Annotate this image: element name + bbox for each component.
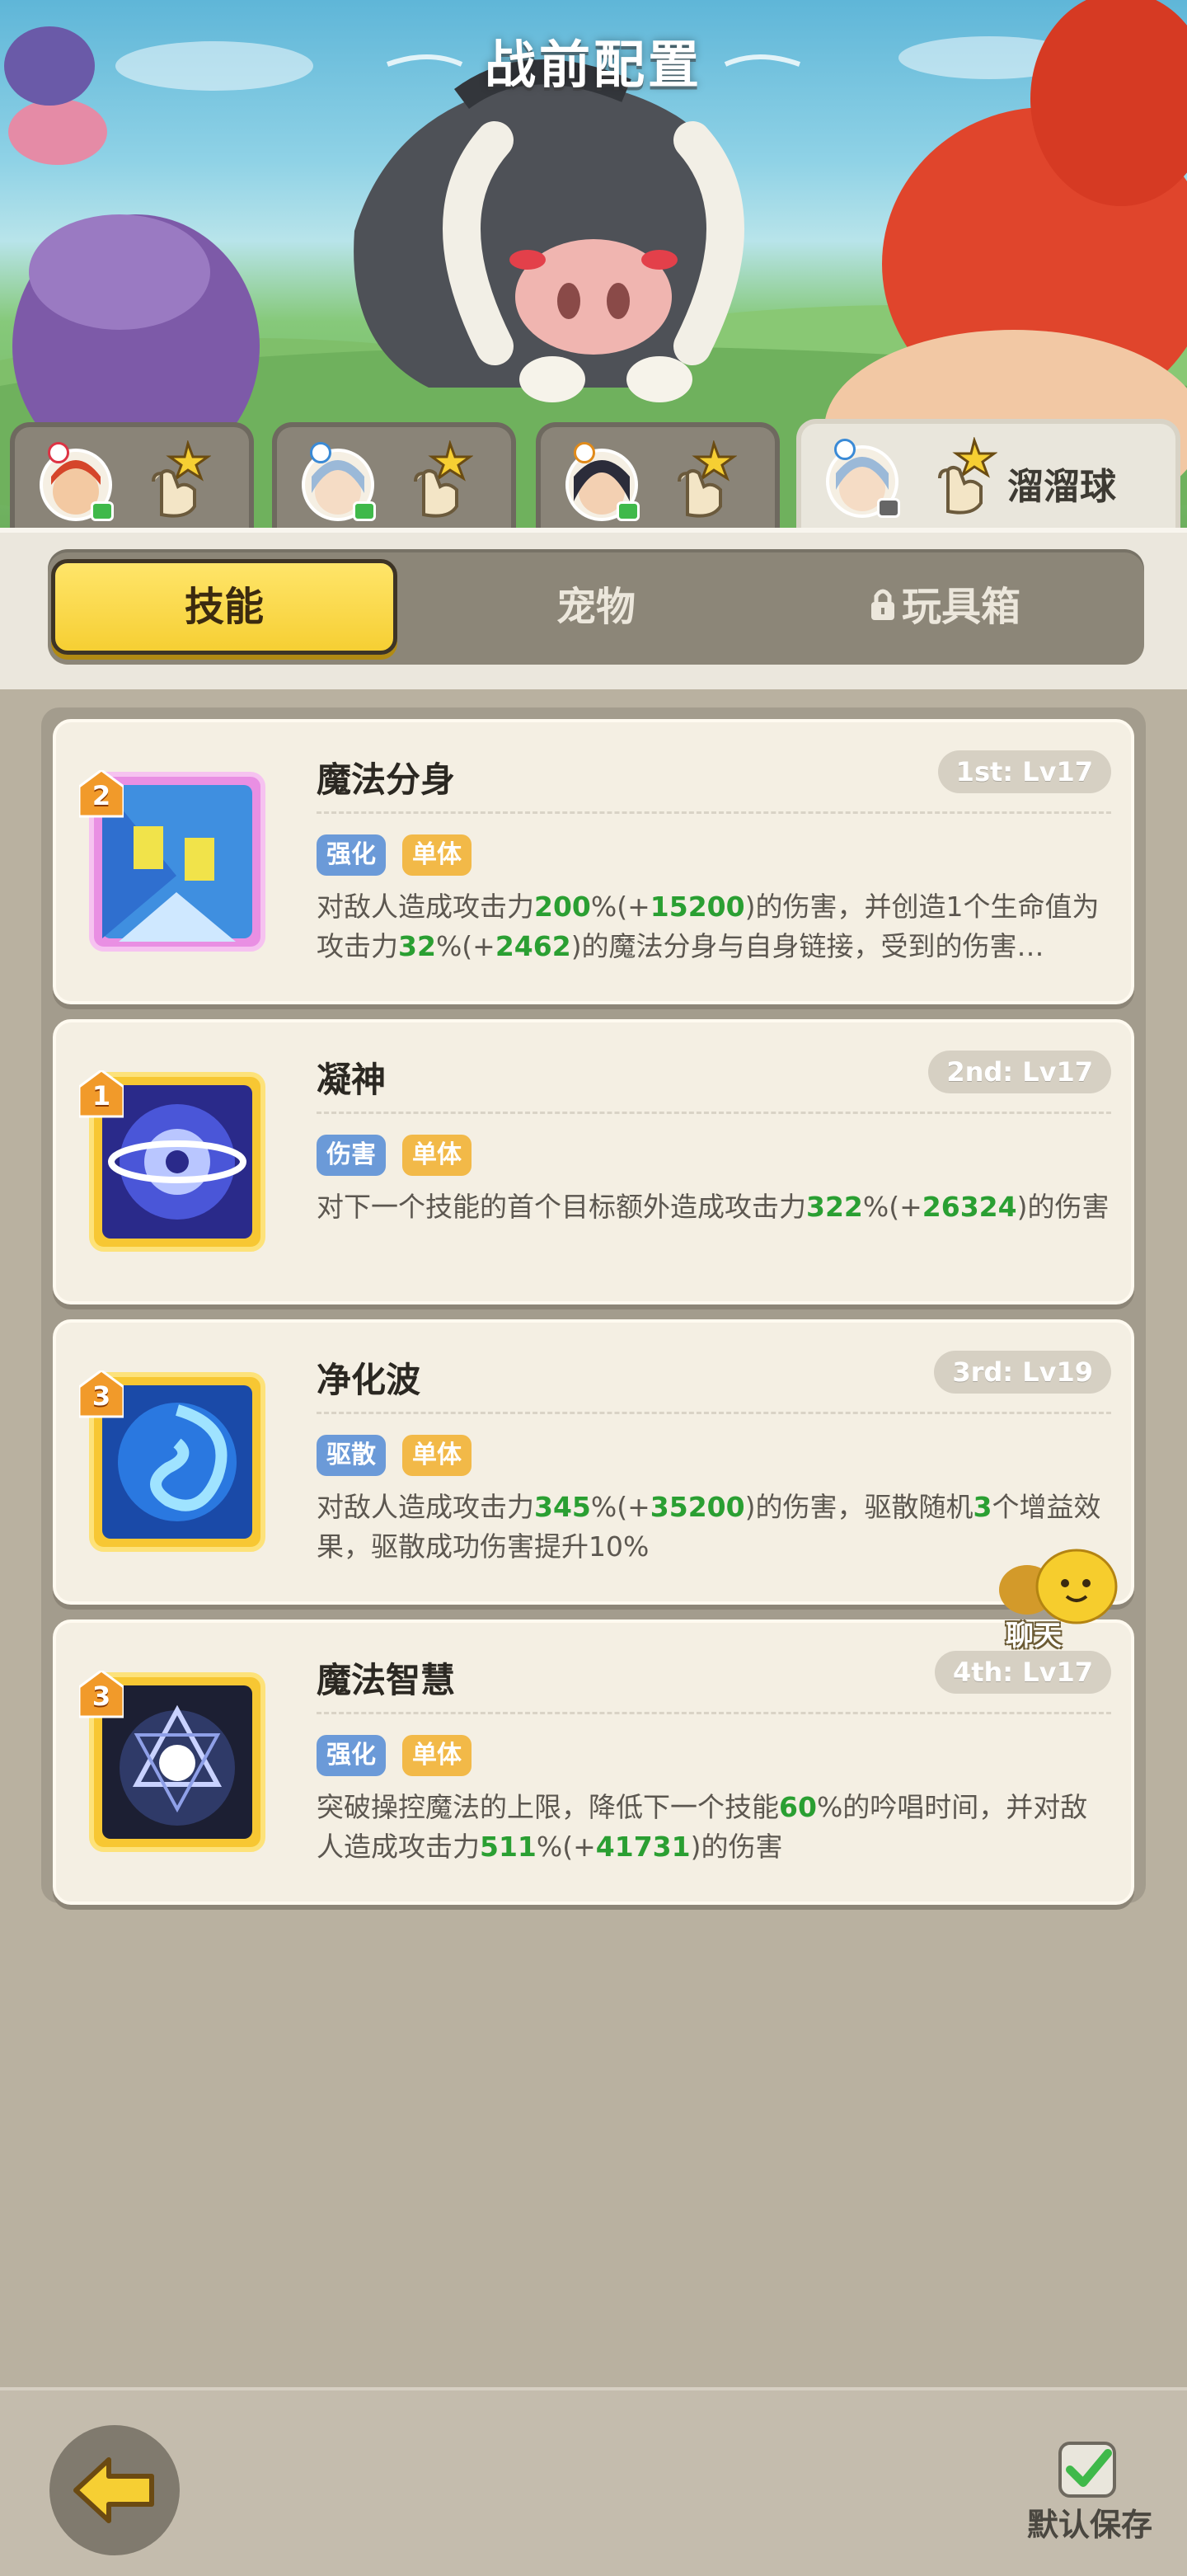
skill-tag-target: 单体: [402, 834, 472, 876]
segment-pets[interactable]: 宠物: [423, 559, 769, 655]
desc-text: 对下一个技能的首个目标额外造成攻击力: [317, 1191, 806, 1223]
desc-text: %(+: [536, 1831, 596, 1863]
hero-class-badge-icon: [834, 439, 856, 460]
segment-toybox[interactable]: 玩具箱: [772, 559, 1118, 655]
desc-text: )的伤害，驱散随机: [744, 1491, 974, 1523]
segment-skills-label: 技能: [184, 584, 264, 630]
highlight-value: 345: [534, 1491, 591, 1523]
skill-description: 对下一个技能的首个目标额外造成攻击力322%(+26324)的伤害: [317, 1187, 1111, 1227]
highlight-value: 322: [806, 1191, 863, 1223]
highlight-value: 35200: [650, 1491, 745, 1523]
skill-level-badge: 4th: Lv17: [934, 1651, 1111, 1694]
chat-status-icon: [617, 501, 640, 521]
segment-pets-label: 宠物: [556, 584, 636, 630]
skill-tag-type: 强化: [317, 834, 386, 876]
skill-description: 对敌人造成攻击力200%(+15200)的伤害，并创造1个生命值为攻击力32%(…: [317, 887, 1111, 966]
highlight-value: 3: [973, 1491, 992, 1523]
hero-tab-2[interactable]: [272, 422, 516, 529]
skill-name: 净化波: [317, 1360, 421, 1400]
back-button[interactable]: [49, 2425, 180, 2555]
skill-tag-type: 强化: [317, 1735, 386, 1776]
desc-text: %(+: [590, 1491, 650, 1523]
default-save-label[interactable]: 默认保存: [1027, 2499, 1152, 2545]
hero-tab-1[interactable]: [10, 422, 254, 529]
highlight-value: 511: [480, 1831, 537, 1863]
skill-name: 魔法智慧: [317, 1660, 456, 1700]
skill-level-badge: 2nd: Lv17: [928, 1051, 1111, 1093]
segment-toybox-label: 玩具箱: [901, 584, 1020, 630]
tap-hand-icon: [152, 440, 211, 518]
tap-hand-icon: [678, 440, 737, 518]
skill-level-badge: 3rd: Lv19: [934, 1351, 1111, 1394]
skill-name: 凝神: [317, 1060, 387, 1100]
skill-card-1[interactable]: 2 魔法分身 1st: Lv17 强化 单体 对敌人造成攻击力200%(+152…: [53, 719, 1134, 1004]
skill-rank-number: 1: [91, 1080, 111, 1112]
tap-hand-icon: [938, 437, 997, 515]
desc-text: 对敌人造成攻击力: [317, 1491, 534, 1523]
segmented-control: 技能 宠物 玩具箱: [48, 549, 1144, 665]
chat-status-icon: [353, 501, 376, 521]
skill-tag-target: 单体: [402, 1135, 472, 1176]
skill-rank-badge: 2: [77, 769, 125, 818]
back-arrow-icon: [73, 2457, 154, 2523]
highlight-value: 26324: [922, 1191, 1017, 1223]
hero-class-badge-icon: [574, 442, 595, 463]
desc-text: 对敌人造成攻击力: [317, 891, 534, 923]
highlight-value: 41731: [595, 1831, 691, 1863]
lock-icon: [870, 589, 894, 620]
divider: [317, 1712, 1111, 1714]
desc-text: )的魔法分身与自身链接，受到的伤害…: [570, 930, 1044, 962]
segment-bar: 技能 宠物 玩具箱: [0, 528, 1187, 689]
highlight-value: 32: [398, 930, 436, 962]
skill-rank-badge: 3: [77, 1669, 125, 1718]
hero-tab-4[interactable]: 溜溜球: [796, 419, 1180, 534]
skill-description: 突破操控魔法的上限，降低下一个技能60%的吟唱时间，并对敌人造成攻击力511%(…: [317, 1788, 1111, 1867]
skill-tag-target: 单体: [402, 1735, 472, 1776]
skill-list: 2 魔法分身 1st: Lv17 强化 单体 对敌人造成攻击力200%(+152…: [41, 707, 1146, 1905]
checkbox-checked-icon[interactable]: [1057, 2440, 1119, 2499]
highlight-value: 60: [779, 1791, 817, 1823]
chat-button-label[interactable]: 聊天: [1006, 1613, 1062, 1653]
hero-tab-3[interactable]: [536, 422, 780, 529]
desc-text: )的伤害: [690, 1831, 783, 1863]
desc-text: %(+: [590, 891, 650, 923]
skill-rank-number: 2: [91, 780, 111, 811]
skill-card-4[interactable]: 3 魔法智慧 4th: Lv17 强化 单体 突破操控魔法的上限，降低下一个技能…: [53, 1619, 1134, 1905]
chat-status-icon: [91, 501, 114, 521]
bottom-bar: 默认保存: [0, 2387, 1187, 2576]
chat-status-icon: [877, 498, 900, 518]
skill-tag-type: 驱散: [317, 1435, 386, 1476]
segment-skills[interactable]: 技能: [51, 559, 397, 655]
page-title: 战前配置: [484, 35, 702, 95]
desc-text: )的伤害: [1016, 1191, 1110, 1223]
skill-card-3[interactable]: 3 净化波 3rd: Lv19 驱散 单体 对敌人造成攻击力345%(+3520…: [53, 1319, 1134, 1605]
highlight-value: 200: [534, 891, 591, 923]
skill-level-badge: 1st: Lv17: [937, 750, 1111, 793]
skill-rank-number: 3: [91, 1380, 111, 1412]
highlight-value: 15200: [650, 891, 745, 923]
hero-tab-label: 溜溜球: [1007, 466, 1116, 508]
desc-text: 突破操控魔法的上限，降低下一个技能: [317, 1791, 779, 1823]
skill-tag-type: 伤害: [317, 1135, 386, 1176]
skill-card-2[interactable]: 1 凝神 2nd: Lv17 伤害 单体 对下一个技能的首个目标额外造成攻击力3…: [53, 1019, 1134, 1304]
hero-class-badge-icon: [310, 442, 331, 463]
tap-hand-icon: [414, 440, 473, 518]
skill-description: 对敌人造成攻击力345%(+35200)的伤害，驱散随机3个增益效果，驱散成功伤…: [317, 1488, 1111, 1567]
divider: [317, 1412, 1111, 1414]
skill-tag-target: 单体: [402, 1435, 472, 1476]
skill-rank-badge: 1: [77, 1069, 125, 1118]
skill-rank-badge: 3: [77, 1369, 125, 1418]
hero-class-badge-icon: [48, 442, 69, 463]
divider: [317, 811, 1111, 814]
skill-rank-number: 3: [91, 1681, 111, 1712]
skill-name: 魔法分身: [317, 759, 456, 800]
desc-text: %(+: [435, 930, 495, 962]
desc-text: %(+: [862, 1191, 922, 1223]
highlight-value: 2462: [495, 930, 571, 962]
divider: [317, 1112, 1111, 1114]
